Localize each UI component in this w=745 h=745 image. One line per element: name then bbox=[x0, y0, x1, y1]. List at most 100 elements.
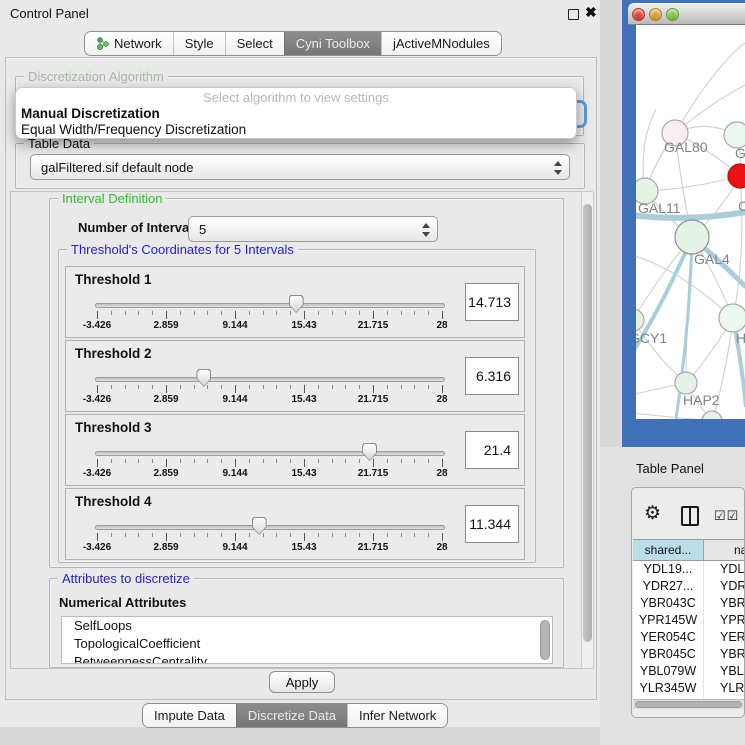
number-of-intervals-combobox[interactable]: 5 bbox=[188, 216, 438, 242]
gear-icon[interactable]: ⚙ bbox=[644, 502, 661, 525]
table-row[interactable]: YDL19...YDL1 bbox=[633, 561, 745, 578]
network-edge[interactable] bbox=[675, 43, 745, 133]
cell-name[interactable]: YLR3 bbox=[704, 680, 745, 697]
major-tick bbox=[442, 311, 443, 319]
cell-name[interactable]: YBR0 bbox=[704, 595, 745, 612]
minor-tick bbox=[318, 311, 319, 315]
cell-name[interactable]: YER0 bbox=[704, 629, 745, 646]
tab-style[interactable]: Style bbox=[173, 32, 225, 55]
slider-track[interactable] bbox=[95, 525, 445, 530]
close-traffic-light-icon[interactable] bbox=[632, 8, 645, 21]
cell-name[interactable]: YDL1 bbox=[704, 561, 745, 578]
vertical-scrollbar-thumb[interactable] bbox=[583, 204, 592, 642]
minor-tick bbox=[138, 459, 139, 463]
threshold-value-field[interactable]: 11.344 bbox=[465, 505, 519, 543]
tick-label: 21.715 bbox=[358, 394, 389, 405]
tick-label: 15.43 bbox=[291, 468, 316, 479]
network-node[interactable] bbox=[675, 372, 697, 394]
cell-shared-name[interactable]: YDR27... bbox=[633, 578, 704, 595]
cell-shared-name[interactable]: YDL19... bbox=[633, 561, 704, 578]
table-row[interactable]: YBR043CYBR0 bbox=[633, 595, 745, 612]
minor-tick bbox=[345, 459, 346, 463]
cell-shared-name[interactable]: YLR345W bbox=[633, 680, 704, 697]
threshold-value-field[interactable]: 6.316 bbox=[465, 357, 519, 395]
network-canvas[interactable]: GAL80GAGAL11CGAL4GCY1HHAP2 bbox=[636, 25, 745, 419]
minor-tick bbox=[207, 311, 208, 315]
minimize-traffic-light-icon[interactable] bbox=[649, 8, 662, 21]
network-node[interactable] bbox=[675, 220, 709, 254]
cell-shared-name[interactable]: YBR043C bbox=[633, 595, 704, 612]
tab-label: jActiveMNodules bbox=[393, 36, 490, 51]
column-header-shared-name[interactable]: shared... bbox=[633, 540, 704, 560]
major-tick bbox=[442, 459, 443, 467]
dropdown-option[interactable]: Equal Width/Frequency Discretization bbox=[21, 122, 246, 137]
horizontal-scrollbar-thumb[interactable] bbox=[635, 701, 742, 708]
checkbox-icons[interactable]: ☑☑ bbox=[714, 508, 739, 524]
minor-tick bbox=[332, 459, 333, 463]
tab-network[interactable]: Network bbox=[85, 32, 173, 55]
table-row[interactable]: YBR045CYBR0 bbox=[633, 646, 745, 663]
tab-infer-network[interactable]: Infer Network bbox=[347, 704, 447, 727]
tick-label: 2.859 bbox=[153, 320, 178, 331]
table-row[interactable]: YBL079WYBL0 bbox=[633, 663, 745, 680]
slider-track[interactable] bbox=[95, 303, 445, 308]
major-tick bbox=[166, 385, 167, 393]
cell-shared-name[interactable]: YER054C bbox=[633, 629, 704, 646]
apply-button[interactable]: Apply bbox=[269, 671, 335, 693]
dropdown-placeholder-option[interactable]: Select algorithm to view settings bbox=[16, 90, 576, 105]
network-edge[interactable] bbox=[636, 413, 712, 419]
tab-discretize-data[interactable]: Discretize Data bbox=[236, 704, 347, 727]
tab-cyni-toolbox[interactable]: Cyni Toolbox bbox=[284, 32, 381, 55]
cell-name[interactable]: YPR1 bbox=[704, 612, 745, 629]
minor-tick bbox=[263, 385, 264, 389]
close-icon[interactable]: ✖ bbox=[585, 4, 597, 21]
cell-shared-name[interactable]: YBL079W bbox=[633, 663, 704, 680]
major-tick bbox=[373, 533, 374, 541]
float-window-icon[interactable] bbox=[568, 9, 579, 20]
attribute-list-item[interactable]: TopologicalCoefficient bbox=[62, 635, 552, 653]
numerical-attributes-list[interactable]: SelfLoopsTopologicalCoefficientBetweenne… bbox=[61, 616, 553, 664]
control-panel-titlebar: Control Panel ✖ bbox=[0, 0, 600, 26]
minor-tick bbox=[290, 533, 291, 537]
major-tick bbox=[166, 311, 167, 319]
attribute-list-item[interactable]: BetweennessCentrality bbox=[62, 653, 552, 664]
tab-select[interactable]: Select bbox=[225, 32, 284, 55]
table-row[interactable]: YER054CYER0 bbox=[633, 629, 745, 646]
top-tab-bar: NetworkStyleSelectCyni Toolbox jActiveMNo… bbox=[84, 31, 502, 56]
dropdown-option[interactable]: Manual Discretization bbox=[21, 106, 160, 121]
minor-tick bbox=[263, 459, 264, 463]
threshold-value-field[interactable]: 21.4 bbox=[465, 431, 519, 469]
minor-tick bbox=[401, 385, 402, 389]
threshold-value-field[interactable]: 14.713 bbox=[465, 283, 519, 321]
split-columns-icon[interactable] bbox=[681, 506, 699, 526]
attribute-list-item[interactable]: SelfLoops bbox=[62, 617, 552, 635]
horizontal-scrollbar[interactable] bbox=[633, 699, 745, 709]
minor-tick bbox=[332, 311, 333, 315]
tab-jactivemnodules[interactable]: jActiveMNodules bbox=[381, 32, 501, 55]
cell-name[interactable]: YBL0 bbox=[704, 663, 745, 680]
column-header-name[interactable]: name bbox=[704, 540, 745, 560]
tick-label: -3.426 bbox=[83, 468, 111, 479]
cell-shared-name[interactable]: YBR045C bbox=[633, 646, 704, 663]
vertical-scrollbar[interactable] bbox=[581, 191, 594, 669]
table-row[interactable]: YLR345WYLR3 bbox=[633, 680, 745, 697]
tab-impute-data[interactable]: Impute Data bbox=[143, 704, 236, 727]
table-data-combobox[interactable]: galFiltered.sif default node bbox=[30, 154, 570, 180]
slider-track[interactable] bbox=[95, 451, 445, 456]
table-row[interactable]: YPR145WYPR1 bbox=[633, 612, 745, 629]
network-edge[interactable] bbox=[645, 176, 740, 191]
minor-tick bbox=[152, 385, 153, 389]
network-node[interactable] bbox=[719, 304, 745, 332]
threshold-panel: Threshold 2-3.4262.8599.14415.4321.71528… bbox=[65, 340, 525, 412]
minor-tick bbox=[276, 385, 277, 389]
tab-label: Impute Data bbox=[154, 708, 225, 723]
cell-name[interactable]: YDR2 bbox=[704, 578, 745, 595]
list-scrollbar-thumb[interactable] bbox=[540, 620, 550, 660]
slider-track[interactable] bbox=[95, 377, 445, 382]
network-node[interactable] bbox=[636, 309, 644, 331]
threshold-panel: Threshold 3-3.4262.8599.14415.4321.71528… bbox=[65, 414, 525, 486]
table-row[interactable]: YDR27...YDR2 bbox=[633, 578, 745, 595]
cell-name[interactable]: YBR0 bbox=[704, 646, 745, 663]
zoom-traffic-light-icon[interactable] bbox=[666, 8, 679, 21]
cell-shared-name[interactable]: YPR145W bbox=[633, 612, 704, 629]
